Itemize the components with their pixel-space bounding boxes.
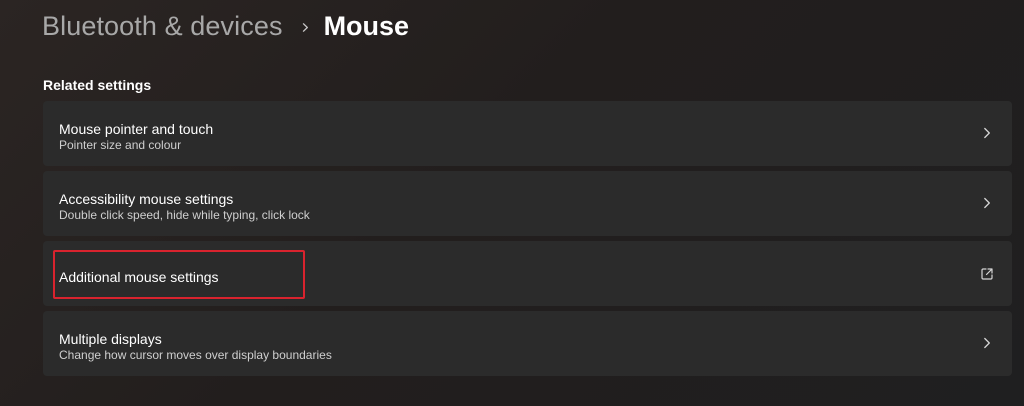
setting-card-multiple-displays[interactable]: Multiple displays Change how cursor move… (43, 311, 1012, 376)
page-title: Mouse (323, 10, 410, 41)
setting-card-subtitle: Change how cursor moves over display bou… (59, 348, 332, 362)
setting-card-title: Mouse pointer and touch (59, 121, 214, 137)
breadcrumb: Bluetooth & devices Mouse (42, 8, 409, 44)
section-title: Related settings (43, 77, 152, 93)
setting-card-title: Multiple displays (59, 331, 162, 347)
chevron-right-icon (984, 197, 990, 209)
setting-card-mouse-pointer[interactable]: Mouse pointer and touch Pointer size and… (43, 101, 1012, 166)
setting-card-accessibility-mouse[interactable]: Accessibility mouse settings Double clic… (43, 171, 1012, 236)
breadcrumb-parent[interactable]: Bluetooth & devices (42, 11, 283, 42)
highlight-annotation-box (53, 250, 305, 299)
chevron-right-icon (302, 22, 308, 32)
chevron-right-icon (984, 337, 990, 349)
setting-card-subtitle: Double click speed, hide while typing, c… (59, 208, 310, 222)
chevron-right-icon (984, 127, 990, 139)
open-external-icon (981, 268, 993, 280)
setting-card-subtitle: Pointer size and colour (59, 138, 182, 152)
setting-card-title: Accessibility mouse settings (59, 191, 234, 207)
